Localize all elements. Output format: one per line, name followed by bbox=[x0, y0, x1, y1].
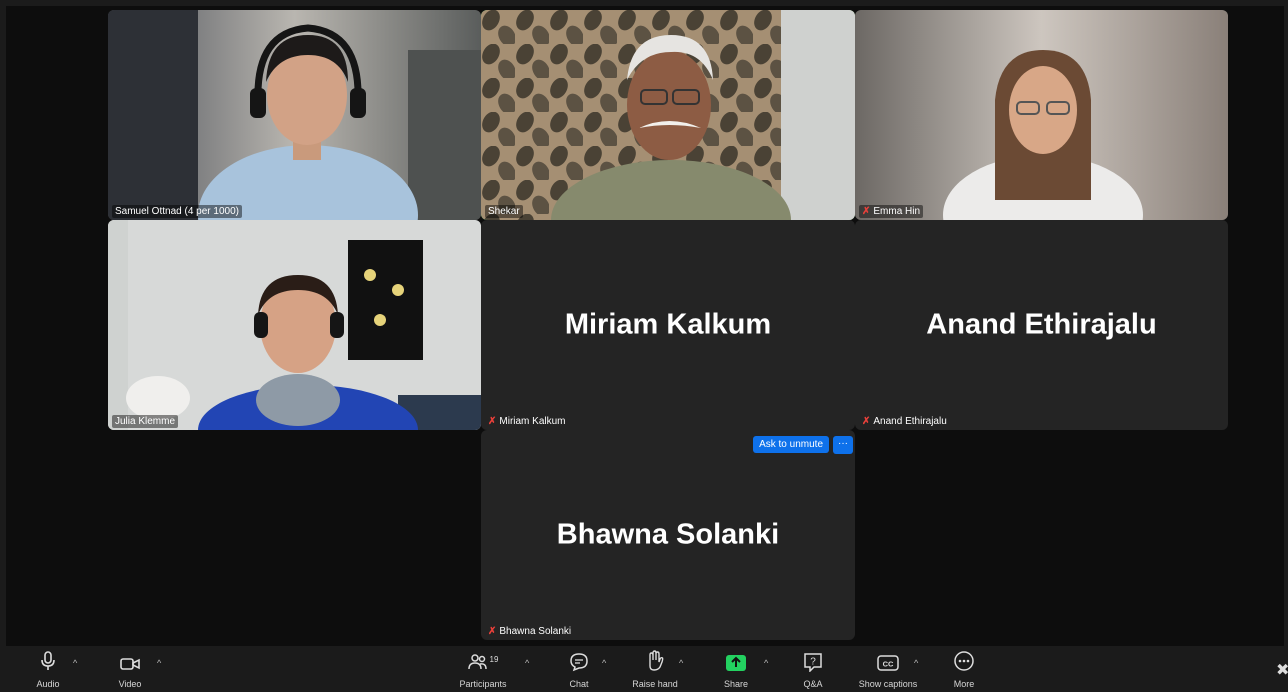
participant-name: ✗ Anand Ethirajalu bbox=[859, 415, 950, 428]
closed-captions-icon: CC bbox=[877, 655, 899, 671]
participants-icon bbox=[467, 654, 487, 670]
svg-text:?: ? bbox=[810, 657, 816, 668]
share-label: Share bbox=[723, 679, 749, 689]
video-tile-bhawna[interactable]: Ask to unmute ··· Bhawna Solanki ✗ Bhawn… bbox=[481, 430, 855, 640]
participants-button[interactable]: 19 Participants bbox=[450, 646, 516, 692]
audio-label: Audio bbox=[36, 679, 60, 689]
microphone-muted-icon: ✗ bbox=[488, 416, 497, 427]
microphone-muted-icon: ✗ bbox=[488, 626, 497, 637]
raise-hand-button[interactable]: Raise hand bbox=[626, 646, 684, 692]
video-tile-samuel[interactable]: Samuel Ottnad (4 per 1000) bbox=[108, 10, 481, 220]
video-gallery: Samuel Ottnad (4 per 1000) Shekar ✗ Emma… bbox=[6, 6, 1284, 646]
meeting-toolbar: Audio ^ Video ^ 19 Participants ^ Chat ^… bbox=[0, 646, 1288, 692]
participant-name-text: Bhawna Solanki bbox=[499, 626, 572, 637]
participants-options-chevron-icon[interactable]: ^ bbox=[525, 658, 529, 668]
microphone-icon bbox=[41, 651, 55, 670]
video-feed bbox=[481, 10, 855, 220]
participant-name: ✗ Bhawna Solanki bbox=[485, 625, 574, 638]
raise-hand-options-chevron-icon[interactable]: ^ bbox=[679, 658, 683, 668]
raise-hand-icon bbox=[649, 650, 664, 671]
video-feed bbox=[108, 220, 481, 430]
video-tile-julia[interactable]: Julia Klemme bbox=[108, 220, 481, 430]
share-options-chevron-icon[interactable]: ^ bbox=[764, 658, 768, 668]
chat-button[interactable]: Chat bbox=[562, 646, 596, 692]
show-captions-label: Show captions bbox=[858, 679, 918, 689]
question-answer-icon: ? bbox=[804, 653, 822, 672]
share-screen-button[interactable]: Share bbox=[718, 646, 754, 692]
ask-to-unmute-button[interactable]: Ask to unmute bbox=[753, 436, 829, 453]
captions-options-chevron-icon[interactable]: ^ bbox=[914, 658, 918, 668]
more-button[interactable]: More bbox=[946, 646, 982, 692]
participants-count: 19 bbox=[489, 655, 499, 664]
video-button[interactable]: Video bbox=[112, 646, 148, 692]
audio-button[interactable]: Audio bbox=[30, 646, 66, 692]
video-tile-emma[interactable]: ✗ Emma Hin bbox=[855, 10, 1228, 220]
microphone-muted-icon: ✗ bbox=[862, 416, 871, 427]
more-label: More bbox=[953, 679, 975, 689]
audio-options-chevron-icon[interactable]: ^ bbox=[73, 658, 77, 668]
participant-name: Julia Klemme bbox=[112, 415, 179, 428]
share-screen-icon bbox=[726, 655, 746, 671]
leave-meeting-icon[interactable]: ✖ bbox=[1276, 660, 1288, 680]
chat-icon bbox=[570, 653, 588, 672]
raise-hand-label: Raise hand bbox=[632, 679, 678, 689]
chat-label: Chat bbox=[569, 679, 589, 689]
participant-display-name: Bhawna Solanki bbox=[556, 518, 780, 551]
video-tile-anand[interactable]: Anand Ethirajalu ✗ Anand Ethirajalu bbox=[855, 220, 1228, 430]
participant-display-name: Anand Ethirajalu bbox=[926, 308, 1157, 341]
video-tile-miriam[interactable]: Miriam Kalkum ✗ Miriam Kalkum bbox=[481, 220, 855, 430]
participant-display-name: Miriam Kalkum bbox=[564, 308, 772, 341]
video-camera-icon bbox=[120, 658, 140, 670]
tile-more-options-button[interactable]: ··· bbox=[833, 436, 853, 454]
video-feed bbox=[855, 10, 1228, 220]
video-tile-shekar-active-speaker[interactable]: Shekar bbox=[481, 10, 855, 220]
participant-name-text: Miriam Kalkum bbox=[499, 416, 566, 427]
show-captions-button[interactable]: CC Show captions bbox=[850, 646, 926, 692]
chat-options-chevron-icon[interactable]: ^ bbox=[602, 658, 606, 668]
participant-name: Samuel Ottnad (4 per 1000) bbox=[112, 205, 242, 218]
microphone-muted-icon: ✗ bbox=[862, 206, 871, 217]
video-feed bbox=[108, 10, 481, 220]
participant-name-text: Emma Hin bbox=[873, 206, 921, 217]
video-options-chevron-icon[interactable]: ^ bbox=[157, 658, 161, 668]
participant-name: Shekar bbox=[485, 205, 523, 218]
qa-button[interactable]: ? Q&A bbox=[796, 646, 830, 692]
qa-label: Q&A bbox=[803, 679, 823, 689]
more-options-icon bbox=[954, 651, 974, 671]
participants-label: Participants bbox=[459, 679, 507, 689]
participant-name: ✗ Miriam Kalkum bbox=[485, 415, 569, 428]
svg-text:CC: CC bbox=[883, 660, 894, 669]
participant-name-text: Anand Ethirajalu bbox=[873, 416, 947, 427]
participant-name: ✗ Emma Hin bbox=[859, 205, 924, 218]
video-label: Video bbox=[118, 679, 142, 689]
